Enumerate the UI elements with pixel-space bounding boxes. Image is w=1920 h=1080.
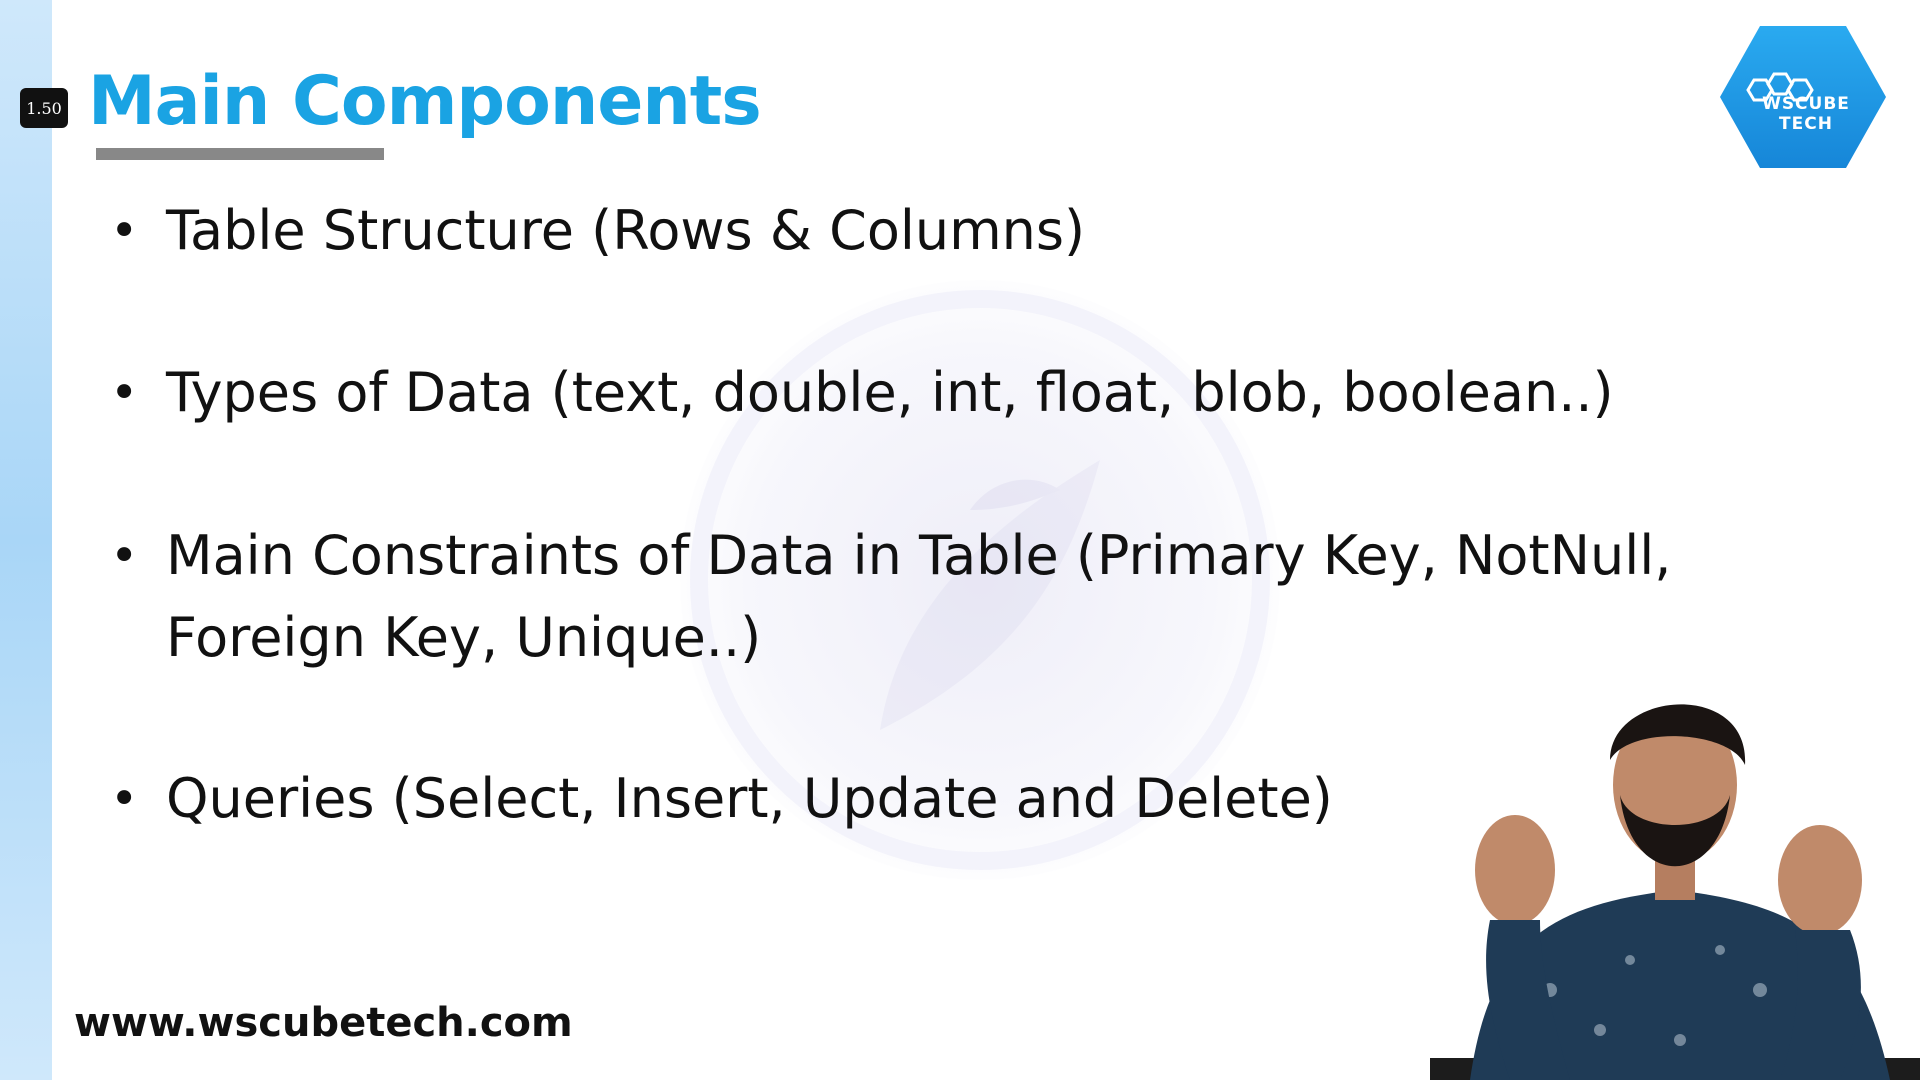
bullet-item: Queries (Select, Insert, Update and Dele… bbox=[110, 758, 1333, 840]
slide-title: Main Components bbox=[88, 62, 762, 141]
left-accent-bar bbox=[0, 0, 52, 1080]
playback-speed-badge[interactable]: 1.50 bbox=[20, 88, 68, 128]
logo-text: WsCube Tech bbox=[1762, 94, 1850, 134]
bullet-item: Types of Data (text, double, int, float,… bbox=[110, 352, 1614, 434]
presenter-video-overlay bbox=[1430, 704, 1920, 1080]
title-underline bbox=[96, 148, 384, 160]
wscube-hexagon-logo: WsCube Tech bbox=[1718, 22, 1888, 172]
bullet-item: Main Constraints of Data in Table (Prima… bbox=[110, 515, 1726, 679]
slide: 1.50 Main Components Table Structure (Ro… bbox=[0, 0, 1920, 1080]
bullet-item: Table Structure (Rows & Columns) bbox=[110, 190, 1085, 272]
website-url: www.wscubetech.com bbox=[74, 1000, 573, 1046]
